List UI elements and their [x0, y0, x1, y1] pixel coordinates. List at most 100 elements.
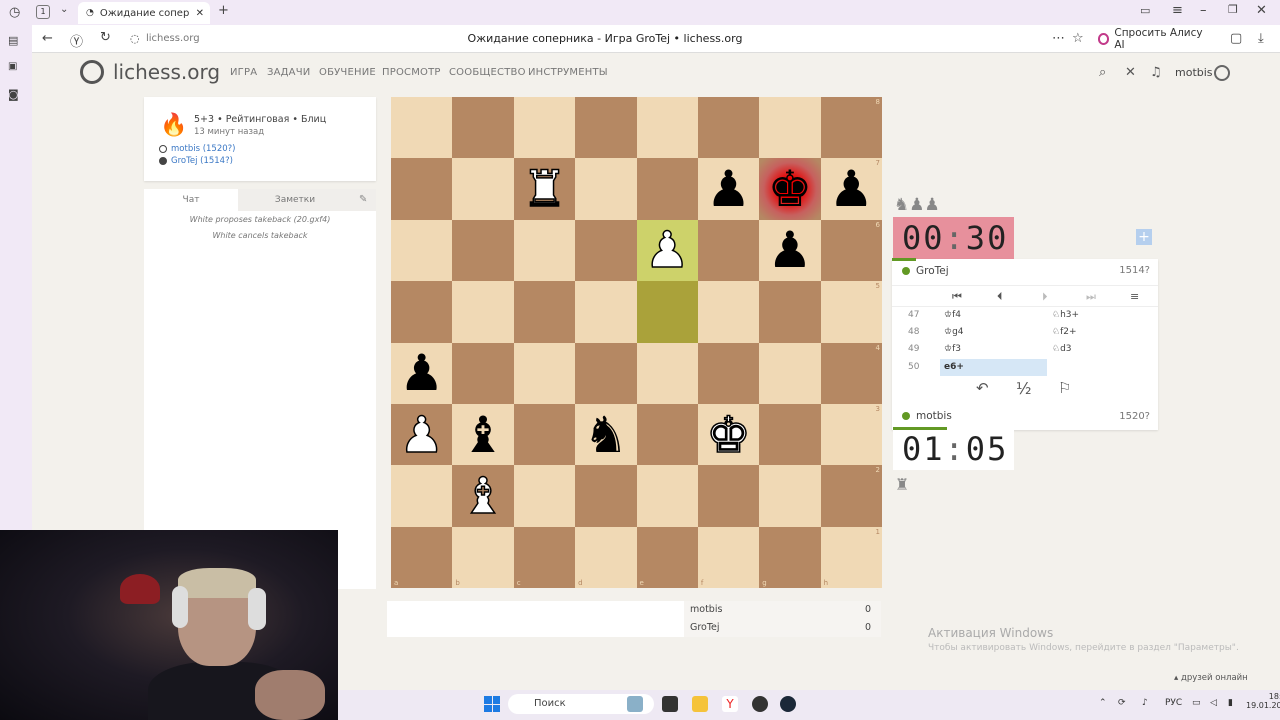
square-c7[interactable]: ♜ [513, 158, 576, 220]
file-explorer-icon[interactable] [692, 696, 708, 712]
chat-toggle-icon[interactable]: ✎ [359, 194, 367, 205]
square-d1[interactable]: d [575, 526, 637, 588]
offer-draw-button[interactable]: ½ [1016, 379, 1032, 398]
square-e3[interactable] [636, 403, 698, 466]
next-move-icon[interactable]: ⏵ [1042, 290, 1048, 304]
square-g8[interactable] [759, 97, 821, 159]
square-e8[interactable] [636, 97, 698, 159]
square-b8[interactable] [452, 97, 514, 159]
square-c1[interactable]: c [513, 526, 576, 588]
square-h6[interactable]: 6 [820, 219, 882, 282]
chevron-down-icon[interactable]: ⌄ [60, 4, 68, 15]
nav-learn[interactable]: ОБУЧЕНИЕ [319, 67, 376, 78]
downloads-panel-icon[interactable]: ▢ [1230, 31, 1242, 46]
lichess-logo-icon[interactable] [80, 60, 104, 84]
nav-play[interactable]: ИГРА [230, 67, 257, 78]
tab-chat[interactable]: Чат [144, 189, 238, 211]
yandex-browser-icon[interactable]: Y [722, 696, 738, 712]
square-h8[interactable]: 8 [820, 97, 882, 159]
square-g1[interactable]: g [759, 526, 821, 588]
square-b6[interactable] [452, 219, 514, 282]
chess-piece[interactable]: ♟ [706, 164, 751, 214]
chess-piece[interactable]: ♜ [521, 163, 567, 215]
history-icon[interactable]: ◷ [9, 5, 20, 20]
square-a1[interactable]: a [391, 526, 453, 588]
opponent-name[interactable]: GroTej [916, 265, 949, 277]
square-c4[interactable] [513, 342, 576, 404]
chess-piece[interactable]: ♟ [399, 348, 444, 398]
square-f4[interactable] [697, 342, 760, 404]
download-icon[interactable]: ⤓ [1258, 31, 1264, 46]
opponent-info[interactable]: GroTej [902, 265, 949, 277]
square-a5[interactable] [391, 281, 453, 343]
square-h3[interactable]: 3 [820, 403, 882, 466]
white-player-label[interactable]: motbis (1520?) [171, 144, 235, 154]
white-player[interactable]: motbis (1520?) [159, 144, 235, 154]
widget-icon[interactable] [627, 696, 643, 712]
square-d4[interactable] [575, 342, 637, 404]
square-b4[interactable] [452, 342, 514, 404]
chess-piece[interactable]: ♟ [644, 225, 690, 277]
square-a7[interactable] [391, 158, 453, 220]
tray-sync-icon[interactable]: ⟳ [1118, 698, 1126, 708]
user-icon[interactable] [1214, 65, 1230, 81]
square-e5[interactable] [636, 281, 698, 343]
square-f5[interactable] [697, 281, 760, 343]
square-d6[interactable] [575, 219, 637, 282]
square-e6[interactable]: ♟ [636, 219, 698, 282]
menu-icon[interactable]: ≡ [1172, 3, 1183, 18]
first-move-icon[interactable]: ⏮ [952, 290, 962, 304]
square-d2[interactable] [575, 465, 637, 527]
swords-icon[interactable]: ✕ [1125, 65, 1136, 80]
screenshot-icon[interactable]: ◙ [8, 88, 19, 101]
chess-piece[interactable]: ♚ [768, 164, 813, 214]
square-f8[interactable] [697, 97, 760, 159]
chess-piece[interactable]: ♚ [705, 409, 751, 461]
nav-community[interactable]: СООБЩЕСТВО [449, 67, 526, 78]
microphone-icon[interactable]: ♪ [1142, 698, 1148, 708]
resign-flag-icon[interactable]: ⚐ [1058, 379, 1071, 397]
square-h5[interactable]: 5 [820, 281, 882, 343]
add-time-button[interactable]: + [1136, 229, 1152, 245]
square-e7[interactable] [636, 158, 698, 220]
square-a3[interactable]: ♟ [391, 403, 453, 466]
moves-menu-icon[interactable]: ≡ [1130, 290, 1139, 303]
white-move[interactable]: ♔g4 [940, 324, 1047, 341]
minimize-icon[interactable]: – [1200, 3, 1207, 18]
square-g5[interactable] [759, 281, 821, 343]
square-h2[interactable]: 2 [820, 465, 882, 527]
tab-count[interactable]: 1 [36, 5, 50, 19]
player-name[interactable]: motbis [916, 410, 952, 422]
takeback-icon[interactable]: ↶ [976, 379, 989, 397]
nav-puzzles[interactable]: ЗАДАЧИ [267, 67, 310, 78]
square-c5[interactable] [513, 281, 576, 343]
more-icon[interactable]: ⋯ [1052, 31, 1065, 46]
square-d7[interactable] [575, 158, 637, 220]
square-g6[interactable]: ♟ [759, 219, 821, 282]
square-d3[interactable]: ♞ [575, 403, 637, 466]
square-b5[interactable] [452, 281, 514, 343]
windows-start-icon[interactable] [484, 696, 500, 712]
square-c6[interactable] [513, 219, 576, 282]
square-b7[interactable] [452, 158, 514, 220]
square-c2[interactable] [513, 465, 576, 527]
square-f3[interactable]: ♚ [697, 403, 760, 466]
square-e4[interactable] [636, 342, 698, 404]
obs-icon[interactable] [752, 696, 768, 712]
square-e1[interactable]: e [636, 526, 698, 588]
friends-online[interactable]: ▴ друзей онлайн [1174, 673, 1248, 683]
system-clock[interactable]: 18:42 19.01.2026 [1246, 692, 1280, 710]
bookmark-page-icon[interactable]: ☆ [1072, 31, 1084, 46]
chess-piece[interactable]: ♞ [583, 410, 628, 460]
chess-piece[interactable]: ♝ [461, 410, 506, 460]
close-window-icon[interactable]: ✕ [1256, 3, 1267, 18]
search-icon[interactable]: ⌕ [1099, 65, 1106, 80]
volume-icon[interactable]: ◁ [1210, 698, 1217, 708]
square-b3[interactable]: ♝ [452, 403, 514, 466]
close-icon[interactable]: ✕ [196, 8, 210, 19]
chess-piece[interactable]: ♟ [768, 225, 813, 275]
nav-watch[interactable]: ПРОСМОТР [382, 67, 441, 78]
battery-icon[interactable]: ▮ [1228, 698, 1233, 708]
square-c8[interactable] [513, 97, 576, 159]
white-move[interactable]: ♔f4 [940, 307, 1047, 324]
